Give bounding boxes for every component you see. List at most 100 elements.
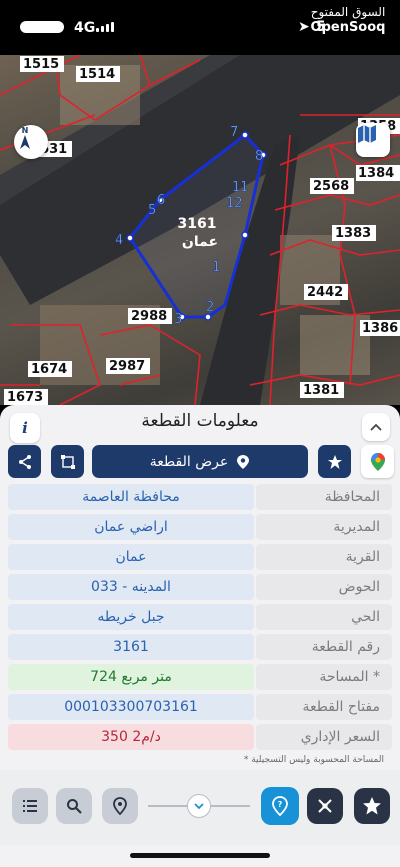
time-placeholder xyxy=(20,21,64,33)
vertex-label: 3 xyxy=(174,312,182,327)
bottom-toolbar: ? xyxy=(0,770,400,845)
parcel-number: 1384 xyxy=(358,166,394,181)
vertex-label: 4 xyxy=(115,233,123,248)
map-icon xyxy=(358,125,376,143)
detail-value[interactable]: 000103300703161 xyxy=(8,694,254,720)
star-icon xyxy=(363,797,381,815)
detail-row-plot-number: 3161 رقم القطعة xyxy=(8,634,392,660)
detail-value: جبل خريطه xyxy=(8,604,254,630)
parcel-number: 1381 xyxy=(303,383,339,398)
google-maps-button[interactable] xyxy=(361,445,394,478)
vertex-label: 2 xyxy=(206,300,214,315)
map-layers-button[interactable] xyxy=(356,123,390,157)
vertex-label: 11 xyxy=(232,180,249,195)
satellite-button[interactable] xyxy=(307,788,343,824)
collapse-button[interactable] xyxy=(362,413,390,441)
brand-name: OpenSooq xyxy=(310,20,386,35)
slider-knob[interactable] xyxy=(187,794,211,818)
parcel-number: 2568 xyxy=(313,179,349,194)
detail-label: مفتاح القطعة xyxy=(256,694,392,720)
search-button[interactable] xyxy=(56,788,92,824)
list-icon xyxy=(23,800,37,812)
action-row: عرض القطعة xyxy=(8,445,394,479)
compass-button[interactable]: N xyxy=(14,125,48,159)
detail-label: رقم القطعة xyxy=(256,634,392,660)
detail-value: محافظة العاصمة xyxy=(8,484,254,510)
detail-label: المحافظة xyxy=(256,484,392,510)
favorites-button[interactable] xyxy=(354,788,390,824)
help-location-icon: ? xyxy=(272,796,288,816)
home-star-icon xyxy=(327,454,342,469)
detail-row-directorate: اراضي عمان المديرية xyxy=(8,514,392,540)
svg-text:?: ? xyxy=(278,800,283,809)
parcel-number: 1383 xyxy=(335,226,371,241)
detail-value: 350 د/م2 xyxy=(8,724,254,750)
polygon-select-icon xyxy=(60,454,75,469)
vertex-label: 8 xyxy=(255,149,263,164)
satellite-icon xyxy=(318,799,332,813)
vertex-label: 12 xyxy=(226,196,243,211)
selected-parcel-name: عمان xyxy=(182,234,218,250)
vertex-label: 6 xyxy=(157,193,165,208)
detail-row-governorate: محافظة العاصمة المحافظة xyxy=(8,484,392,510)
location-help-button[interactable]: ? xyxy=(261,787,299,825)
home-indicator xyxy=(130,853,270,858)
vertex-label: 5 xyxy=(148,203,156,218)
parcel-number: 1674 xyxy=(31,362,67,377)
vertex-label: 1 xyxy=(212,260,220,275)
detail-value: المدينه - 033 xyxy=(8,574,254,600)
parcel-number: 2987 xyxy=(109,359,145,374)
detail-row-price: 350 د/م2 السعر الإداري xyxy=(8,724,392,750)
detail-value: 724 متر مربع xyxy=(8,664,254,690)
location-pin-icon xyxy=(113,797,127,815)
detail-label: المديرية xyxy=(256,514,392,540)
detail-row-plot-key: 000103300703161 مفتاح القطعة xyxy=(8,694,392,720)
chevron-up-icon xyxy=(370,423,382,431)
brand-arabic: السوق المفتوح xyxy=(310,5,386,19)
area-footnote: * المساحة المحسوبة وليس التسجيلية xyxy=(243,755,384,765)
map-view[interactable]: 1 2 3 4 5 6 7 8 11 12 3161 عمان 1515 151… xyxy=(0,55,400,405)
detail-value: اراضي عمان xyxy=(8,514,254,540)
parcel-number: 2988 xyxy=(131,309,167,324)
network-type: 4G xyxy=(74,20,96,36)
locate-plot-button[interactable] xyxy=(102,788,138,824)
detail-label: القرية xyxy=(256,544,392,570)
details-table: محافظة العاصمة المحافظة اراضي عمان المدي… xyxy=(8,484,392,754)
opacity-slider[interactable] xyxy=(148,794,250,818)
parcel-number: 1514 xyxy=(79,67,115,82)
parcel-number: 1515 xyxy=(23,57,59,72)
vertex-label: 7 xyxy=(230,125,238,140)
show-plot-button[interactable]: عرض القطعة xyxy=(92,445,308,478)
detail-label: السعر الإداري xyxy=(256,724,392,750)
detail-row-neighborhood: جبل خريطه الحي xyxy=(8,604,392,630)
list-button[interactable] xyxy=(12,788,48,824)
favorite-button[interactable] xyxy=(318,445,351,478)
search-icon xyxy=(67,799,82,814)
detail-row-area: 724 متر مربع المساحة * xyxy=(8,664,392,690)
location-pin-icon xyxy=(237,454,250,469)
parcel-number: 1386 xyxy=(362,321,398,336)
parcel-number: 2442 xyxy=(307,285,343,300)
detail-value: 3161 xyxy=(8,634,254,660)
detail-row-basin: المدينه - 033 الحوض xyxy=(8,574,392,600)
detail-label: الحي xyxy=(256,604,392,630)
signal-icon xyxy=(96,22,114,32)
detail-label: المساحة * xyxy=(256,664,392,690)
detail-label: الحوض xyxy=(256,574,392,600)
sheet-title: معلومات القطعة xyxy=(141,411,259,431)
svg-text:N: N xyxy=(22,126,29,135)
parcel-number: 1673 xyxy=(7,390,43,405)
show-plot-label: عرض القطعة xyxy=(149,453,229,470)
share-button[interactable] xyxy=(8,445,41,478)
detail-row-village: عمان القرية xyxy=(8,544,392,570)
share-icon xyxy=(18,454,31,469)
measure-button[interactable] xyxy=(51,445,84,478)
opensooq-badge[interactable]: السوق المفتوح OpenSooq xyxy=(302,4,394,38)
chevron-down-icon xyxy=(194,802,204,809)
compass-icon: N xyxy=(20,126,30,149)
satellite-map[interactable]: 1 2 3 4 5 6 7 8 11 12 3161 عمان 1515 151… xyxy=(0,55,400,405)
google-maps-icon xyxy=(370,452,385,471)
status-bar: 4G ➤ 5 السوق المفتوح OpenSooq xyxy=(0,0,400,55)
selected-parcel-number: 3161 xyxy=(178,216,217,232)
detail-value: عمان xyxy=(8,544,254,570)
